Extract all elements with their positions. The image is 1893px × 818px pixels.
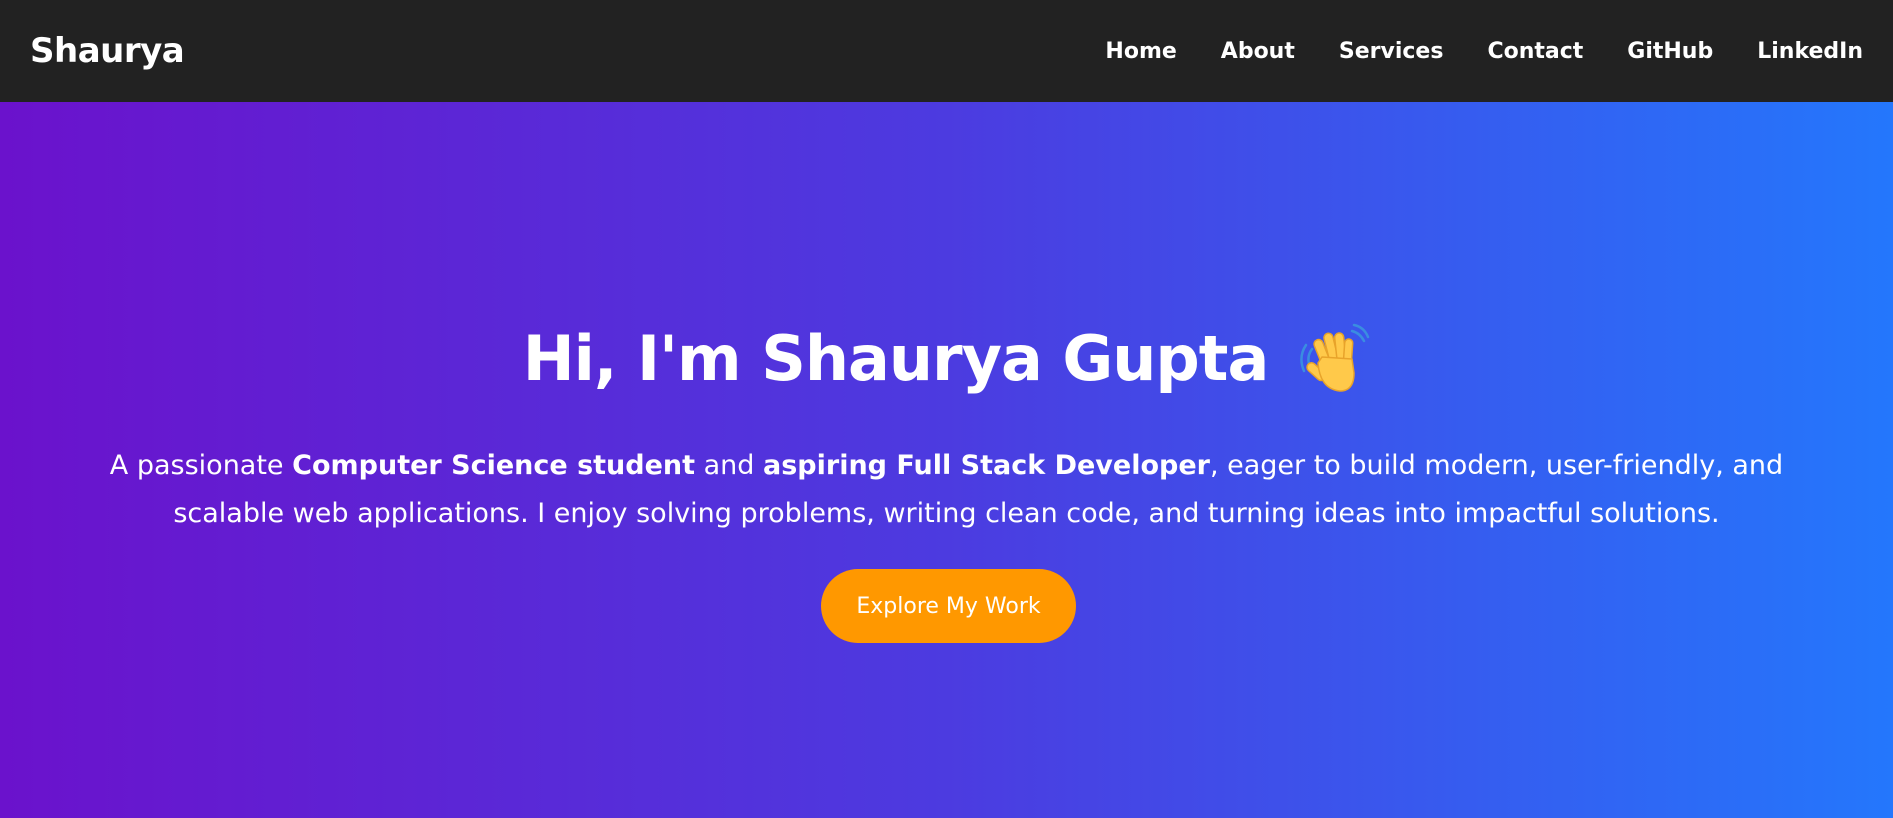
nav-link-contact[interactable]: Contact xyxy=(1487,39,1583,64)
nav-link-home[interactable]: Home xyxy=(1105,39,1176,64)
navbar: Shaurya Home About Services Contact GitH… xyxy=(0,0,1893,102)
hero-title: Hi, I'm Shaurya Gupta xyxy=(0,322,1893,395)
hero-title-text: Hi, I'm Shaurya Gupta xyxy=(522,322,1270,395)
nav-item-contact: Contact xyxy=(1487,39,1583,64)
nav-item-home: Home xyxy=(1105,39,1176,64)
nav-link-services[interactable]: Services xyxy=(1339,39,1444,64)
nav-item-github: GitHub xyxy=(1627,39,1713,64)
nav-link-linkedin[interactable]: LinkedIn xyxy=(1757,39,1863,64)
nav-link-github[interactable]: GitHub xyxy=(1627,39,1713,64)
hero-desc-part2: and xyxy=(695,450,764,481)
nav-links: Home About Services Contact GitHub Linke… xyxy=(1105,39,1863,64)
nav-link-about[interactable]: About xyxy=(1221,39,1295,64)
nav-item-linkedin: LinkedIn xyxy=(1757,39,1863,64)
nav-item-about: About xyxy=(1221,39,1295,64)
brand-logo[interactable]: Shaurya xyxy=(30,31,185,71)
hero-desc-bold1: Computer Science student xyxy=(292,450,696,481)
hero-section: Hi, I'm Shaurya Gupta A passionate Compu… xyxy=(0,102,1893,818)
waving-hand-icon xyxy=(1298,323,1370,395)
hero-description: A passionate Computer Science student an… xyxy=(60,442,1833,538)
nav-item-services: Services xyxy=(1339,39,1444,64)
hero-desc-part1: A passionate xyxy=(109,450,293,481)
explore-work-button[interactable]: Explore My Work xyxy=(821,569,1076,643)
hero-desc-bold2: aspiring Full Stack Developer xyxy=(763,450,1210,481)
